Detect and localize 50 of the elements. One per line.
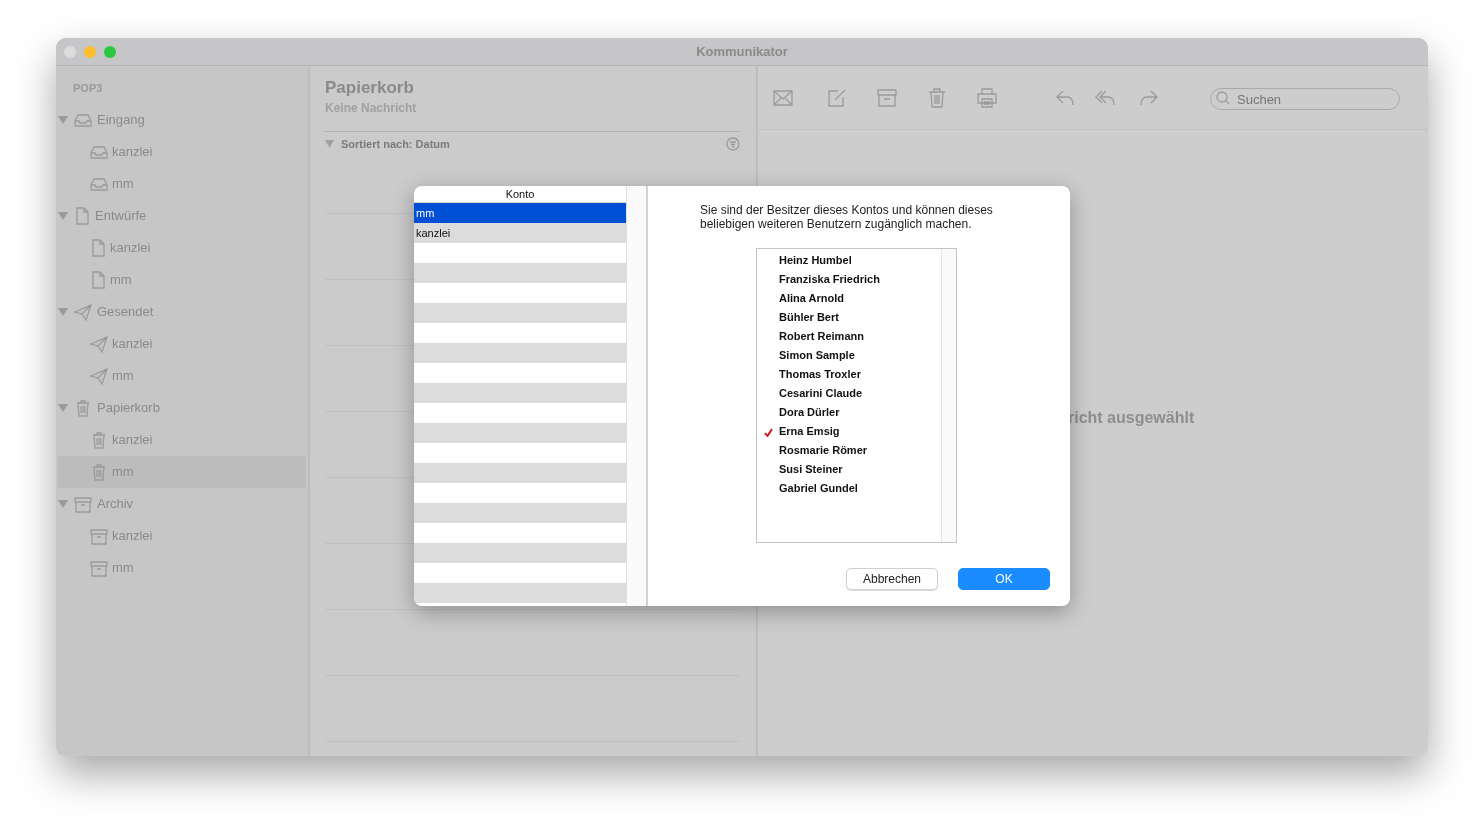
disclosure-triangle-icon[interactable] <box>58 500 68 508</box>
trash-icon <box>74 399 92 417</box>
folder-title: Papierkorb <box>325 78 415 98</box>
user-row[interactable]: Alina Arnold <box>757 289 941 308</box>
archive-box-icon <box>90 527 108 545</box>
ok-button[interactable]: OK <box>958 568 1050 590</box>
user-row[interactable]: Franziska Friedrich <box>757 270 941 289</box>
user-row[interactable]: Thomas Troxler <box>757 365 941 384</box>
user-row[interactable]: Dora Dürler <box>757 403 941 422</box>
search-icon <box>1216 90 1230 105</box>
inbox-tray-icon <box>90 177 108 191</box>
user-row[interactable]: Robert Reimann <box>757 327 941 346</box>
disclosure-triangle-icon[interactable] <box>58 308 68 316</box>
document-icon <box>90 239 106 257</box>
paper-plane-icon <box>90 335 108 353</box>
cancel-button[interactable]: Abbrechen <box>846 568 938 590</box>
user-row[interactable]: Simon Sample <box>757 346 941 365</box>
disclosure-triangle-icon[interactable] <box>58 116 68 124</box>
document-icon <box>74 207 90 225</box>
user-row[interactable]: Susi Steiner <box>757 460 941 479</box>
inbox-tray-icon <box>74 113 92 127</box>
archive-box-icon[interactable] <box>876 86 898 109</box>
search-field[interactable]: Suchen <box>1210 88 1400 110</box>
document-icon <box>90 271 106 289</box>
disclosure-triangle-icon[interactable] <box>58 212 68 220</box>
user-row[interactable]: Cesarini Claude <box>757 384 941 403</box>
account-row[interactable]: mm <box>414 203 626 223</box>
archive-box-icon <box>74 495 92 513</box>
minimize-button[interactable] <box>84 45 96 58</box>
user-row[interactable]: Bühler Bert <box>757 308 941 327</box>
trash-icon <box>90 431 108 449</box>
disclosure-triangle-icon[interactable] <box>58 404 68 412</box>
checkmark-icon <box>763 427 773 437</box>
paper-plane-icon <box>74 303 92 321</box>
printer-icon[interactable] <box>976 86 998 109</box>
dialog-message: Sie sind der Besitzer dieses Kontos und können dieses beliebigen weiteren Benutzern zugänglich machen. <box>700 203 994 231</box>
zoom-button[interactable] <box>104 45 116 58</box>
user-row[interactable]: Heinz Humbel <box>757 251 941 270</box>
user-row[interactable]: Rosmarie Römer <box>757 441 941 460</box>
paper-plane-icon <box>90 367 108 385</box>
user-row[interactable]: Gabriel Gundel <box>757 479 941 498</box>
trash-icon[interactable] <box>926 86 948 109</box>
user-row[interactable]: Erna Emsig <box>757 422 941 441</box>
filter-icon[interactable] <box>726 137 740 152</box>
account-row[interactable]: kanzlei <box>414 223 626 243</box>
archive-box-icon <box>90 559 108 577</box>
trash-icon <box>90 463 108 481</box>
inbox-tray-icon <box>90 145 108 159</box>
window-title: Kommunikator <box>696 42 788 61</box>
disclosure-triangle-icon[interactable] <box>325 140 334 149</box>
